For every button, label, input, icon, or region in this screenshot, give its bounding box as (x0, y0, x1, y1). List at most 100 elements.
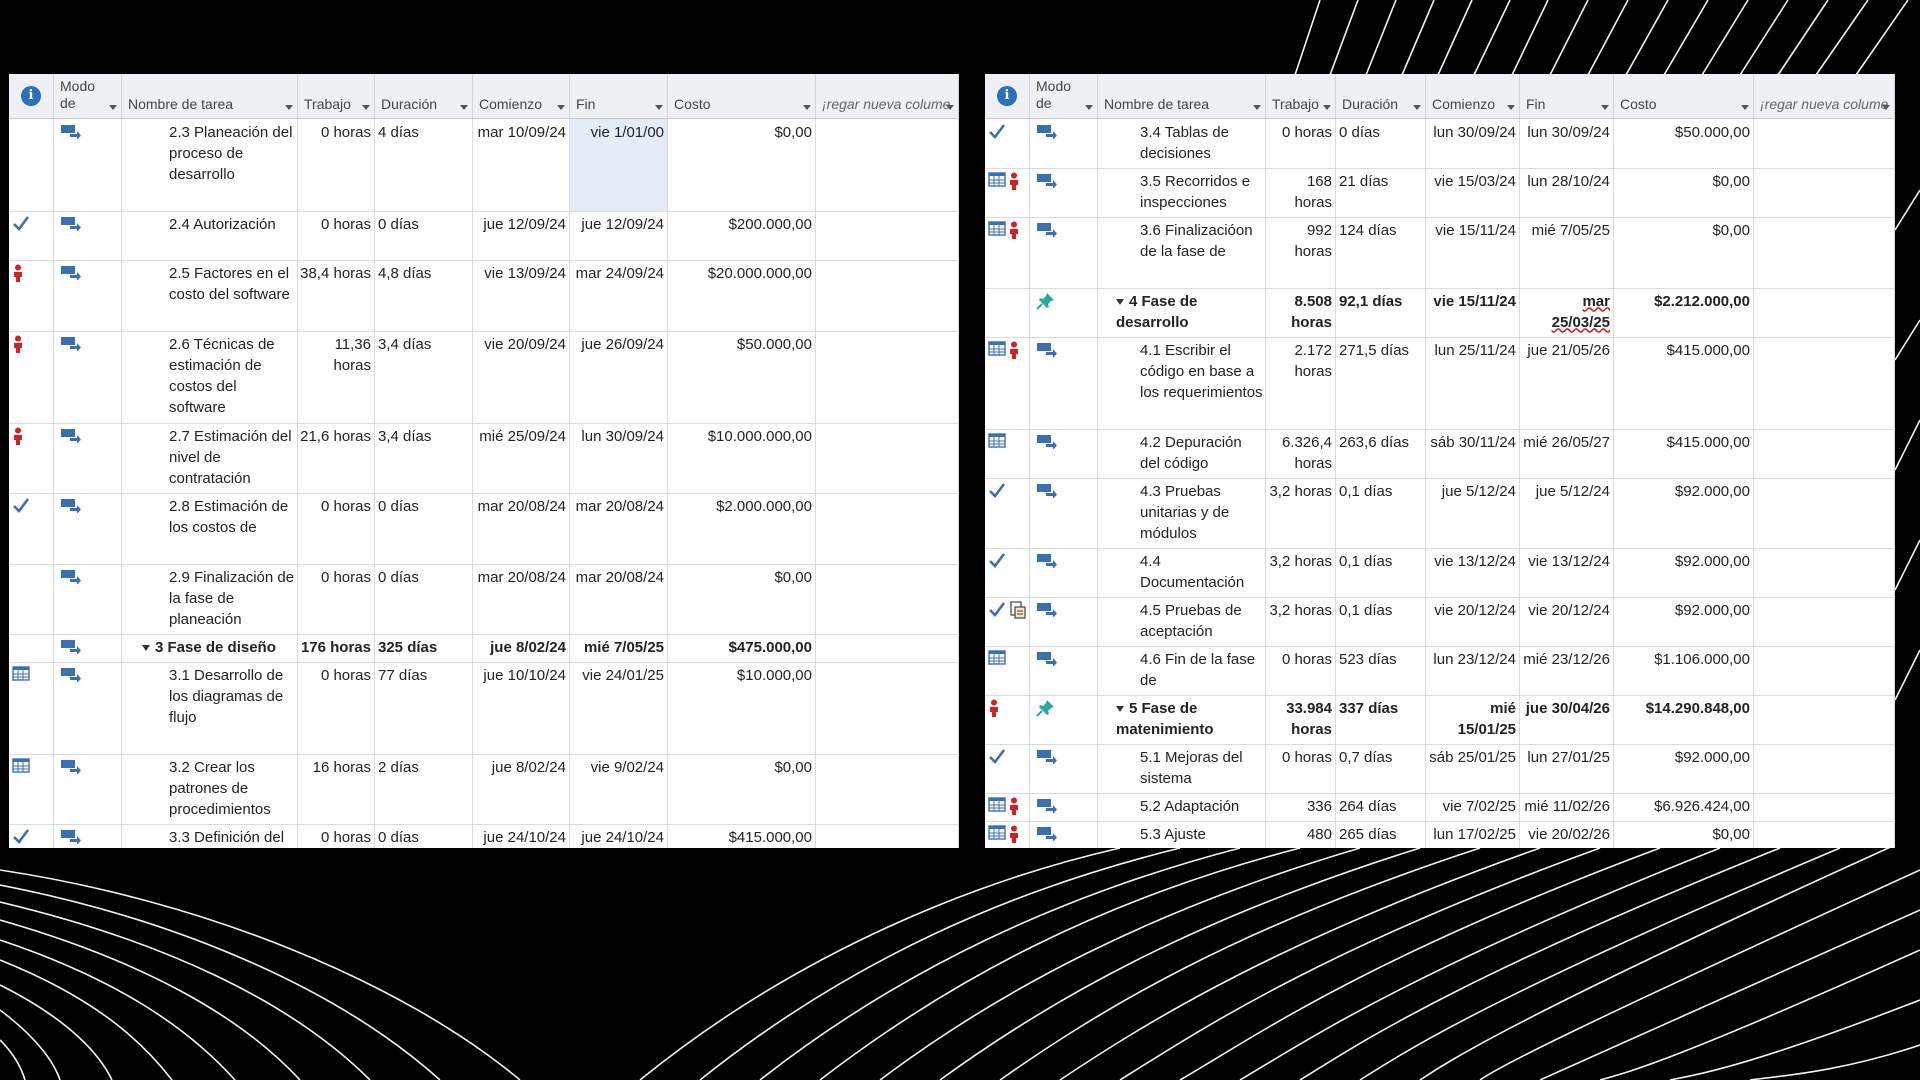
cell-start[interactable]: jue 8/02/24 (473, 753, 570, 824)
column-header-name[interactable]: Nombre de tarea (1098, 74, 1266, 118)
cell-finish[interactable]: jue 12/09/24 (570, 211, 668, 260)
task-row[interactable]: 4.3 Pruebas unitarias y de módulos 3,2 ho… (985, 477, 1895, 549)
cell-start[interactable]: vie 15/11/24 (1426, 287, 1520, 337)
cell-name[interactable]: 4 Fase de desarrollo (1098, 287, 1266, 337)
cell-work[interactable]: 0 horas (298, 563, 375, 634)
cell-duration[interactable]: 523 días (1336, 646, 1426, 695)
cell-finish[interactable]: vie 24/01/25 (570, 661, 668, 754)
cell-name[interactable]: 3.4 Tablas de decisiones (1098, 119, 1266, 168)
cell-start[interactable]: lun 25/11/24 (1426, 336, 1520, 429)
cell-start[interactable]: jue 12/09/24 (473, 211, 570, 260)
cell-cost[interactable]: $200.000,00 (668, 211, 816, 260)
cell-work[interactable]: 336 horas (1266, 793, 1336, 821)
cell-start[interactable]: lun 17/02/25 (1426, 820, 1520, 848)
cell-start[interactable]: vie 15/11/24 (1426, 217, 1520, 288)
cell-work[interactable]: 480 horas (1266, 820, 1336, 848)
cell-start[interactable]: jue 8/02/24 (473, 634, 570, 662)
cell-finish[interactable]: vie 20/12/24 (1520, 597, 1614, 646)
task-row[interactable]: 3.4 Tablas de decisiones 0 horas 0 días lun… (985, 119, 1895, 169)
dropdown-arrow-icon[interactable] (1253, 105, 1261, 110)
cell-cost[interactable]: $0,00 (668, 563, 816, 634)
cell-cost[interactable]: $2.212.000,00 (1614, 287, 1754, 337)
cell-name[interactable]: 5.2 Adaptación (1098, 793, 1266, 821)
cell-start[interactable]: mié 25/09/24 (473, 422, 570, 493)
task-row[interactable]: 2.3 Planeación del proceso de desarrollo… (9, 119, 959, 212)
cell-name[interactable]: 4.1 Escribir el código en base a los req… (1098, 336, 1266, 429)
cell-cost[interactable]: $0,00 (1614, 820, 1754, 848)
dropdown-arrow-icon[interactable] (557, 105, 565, 110)
cell-finish[interactable]: jue 21/05/26 (1520, 336, 1614, 429)
dropdown-arrow-icon[interactable] (285, 105, 293, 110)
cell-name[interactable]: 2.8 Estimación de los costos de (122, 493, 298, 564)
cell-name[interactable]: 2.4 Autorización (122, 211, 298, 260)
task-row[interactable]: 2.4 Autorización 0 horas 0 días jue 12/09/2… (9, 211, 959, 261)
task-row[interactable]: 2.7 Estimación del nivel de contratación… (9, 422, 959, 494)
cell-name[interactable]: 4.3 Pruebas unitarias y de módulos (1098, 477, 1266, 548)
cell-work[interactable]: 8.508 horas (1266, 287, 1336, 337)
cell-duration[interactable]: 0 días (1336, 119, 1426, 168)
cell-duration[interactable]: 2 días (375, 753, 473, 824)
cell-finish[interactable]: mar 24/09/24 (570, 260, 668, 331)
task-row[interactable]: 2.8 Estimación de los costos de 0 horas 0 … (9, 493, 959, 565)
column-header-finish[interactable]: Fin (1520, 74, 1614, 118)
cell-duration[interactable]: 124 días (1336, 217, 1426, 288)
cell-name[interactable]: 5.3 Ajuste (1098, 820, 1266, 848)
column-header-add[interactable]: ¡regar nueva colume (816, 74, 959, 118)
cell-work[interactable]: 16 horas (298, 753, 375, 824)
cell-finish[interactable]: lun 30/09/24 (1520, 119, 1614, 168)
cell-work[interactable]: 2.172 horas (1266, 336, 1336, 429)
task-row[interactable]: 4.5 Pruebas de aceptación 3,2 horas 0,1 dí… (985, 597, 1895, 647)
cell-cost[interactable]: $6.926.424,00 (1614, 793, 1754, 821)
cell-cost[interactable]: $92.000,00 (1614, 597, 1754, 646)
cell-cost[interactable]: $0,00 (668, 753, 816, 824)
column-header-duration[interactable]: Duración (1336, 74, 1426, 118)
cell-name[interactable]: 3.6 Finalizacióon de la fase de (1098, 217, 1266, 288)
cell-start[interactable]: jue 5/12/24 (1426, 477, 1520, 548)
cell-finish[interactable]: lun 30/09/24 (570, 422, 668, 493)
task-row[interactable]: 5.2 Adaptación 336 horas 264 días vie 7/02/… (985, 793, 1895, 822)
cell-finish[interactable]: mié 23/12/26 (1520, 646, 1614, 695)
cell-duration[interactable]: 337 días (1336, 695, 1426, 744)
cell-work[interactable]: 0 horas (298, 493, 375, 564)
cell-name[interactable]: 2.5 Factores en el costo del software (122, 260, 298, 331)
cell-start[interactable]: mar 20/08/24 (473, 563, 570, 634)
cell-work[interactable]: 21,6 horas (298, 422, 375, 493)
cell-work[interactable]: 0 horas (1266, 119, 1336, 168)
column-header-name[interactable]: Nombre de tarea (122, 74, 298, 118)
cell-work[interactable]: 3,2 horas (1266, 597, 1336, 646)
cell-cost[interactable]: $0,00 (668, 119, 816, 211)
collapse-triangle-icon[interactable] (1116, 706, 1124, 713)
cell-duration[interactable]: 265 días (1336, 820, 1426, 848)
cell-duration[interactable]: 264 días (1336, 793, 1426, 821)
cell-finish[interactable]: jue 26/09/24 (570, 330, 668, 423)
cell-name[interactable]: 4.5 Pruebas de aceptación (1098, 597, 1266, 646)
cell-finish[interactable]: vie 1/01/00 (570, 119, 668, 211)
cell-start[interactable]: jue 24/10/24 (473, 824, 570, 848)
cell-name[interactable]: 4.4 Documentación (1098, 548, 1266, 597)
task-row[interactable]: 2.5 Factores en el costo del software 38,… (9, 260, 959, 332)
cell-start[interactable]: vie 20/09/24 (473, 330, 570, 423)
cell-finish[interactable]: vie 20/02/26 (1520, 820, 1614, 848)
cell-duration[interactable]: 0,1 días (1336, 548, 1426, 597)
cell-cost[interactable]: $0,00 (1614, 168, 1754, 217)
cell-duration[interactable]: 0 días (375, 211, 473, 260)
cell-work[interactable]: 11,36 horas (298, 330, 375, 423)
cell-finish[interactable]: jue 24/10/24 (570, 824, 668, 848)
cell-work[interactable]: 33.984 horas (1266, 695, 1336, 744)
cell-duration[interactable]: 263,6 días (1336, 428, 1426, 478)
cell-start[interactable]: lun 30/09/24 (1426, 119, 1520, 168)
task-row[interactable]: 3.1 Desarrollo de los diagramas de flujo… (9, 661, 959, 755)
cell-work[interactable]: 0 horas (1266, 744, 1336, 793)
cell-cost[interactable]: $2.000.000,00 (668, 493, 816, 564)
cell-start[interactable]: sáb 25/01/25 (1426, 744, 1520, 793)
cell-cost[interactable]: $415.000,00 (1614, 336, 1754, 429)
task-row[interactable]: 5.3 Ajuste 480 horas 265 días lun 17/02/25 v… (985, 820, 1895, 848)
cell-start[interactable]: mar 10/09/24 (473, 119, 570, 211)
cell-start[interactable]: vie 13/12/24 (1426, 548, 1520, 597)
cell-finish[interactable]: mié 26/05/27 (1520, 428, 1614, 478)
dropdown-arrow-icon[interactable] (362, 105, 370, 110)
task-row[interactable]: 2.9 Finalización de la fase de planeació… (9, 563, 959, 635)
cell-duration[interactable]: 4 días (375, 119, 473, 211)
cell-work[interactable]: 3,2 horas (1266, 477, 1336, 548)
cell-cost[interactable]: $50.000,00 (1614, 119, 1754, 168)
